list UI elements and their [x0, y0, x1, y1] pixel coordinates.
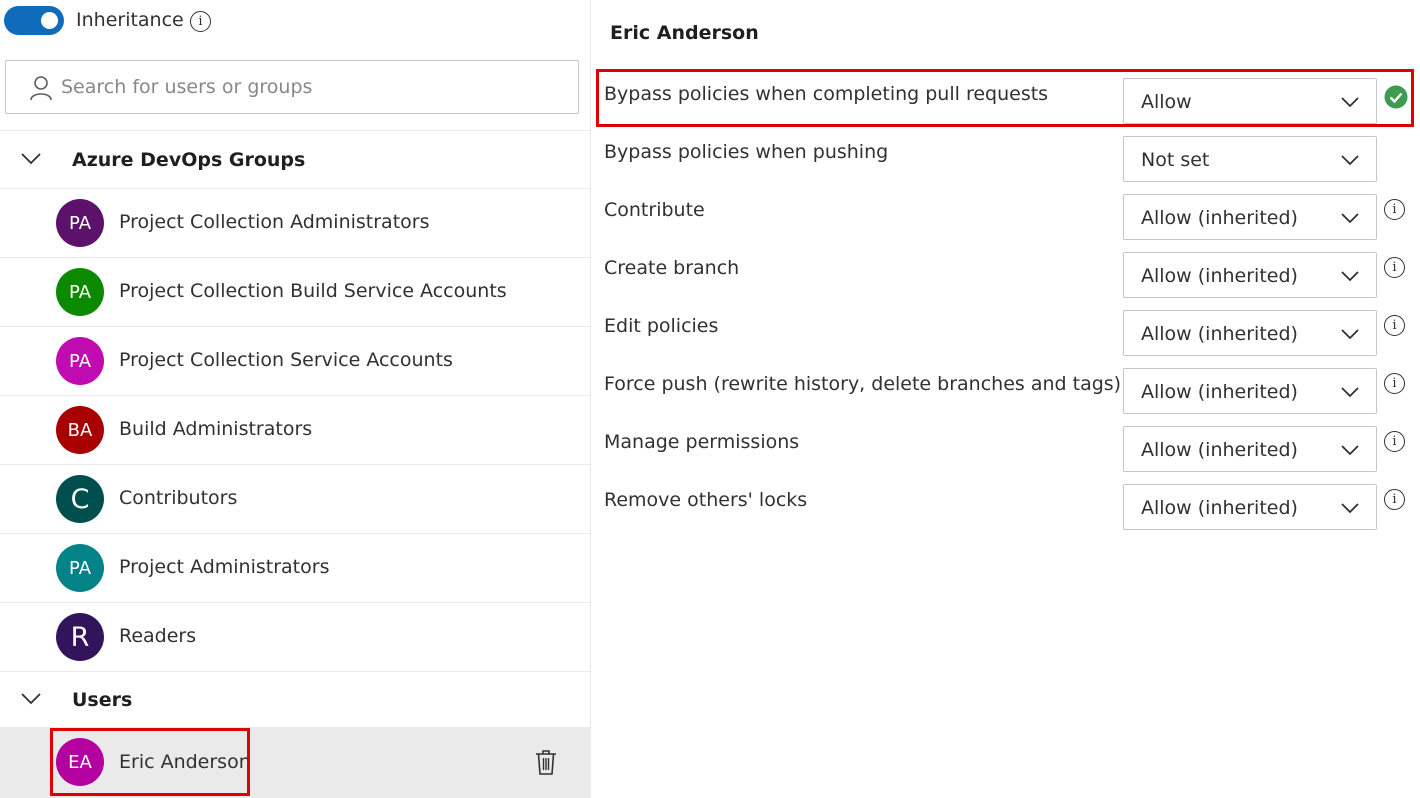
group-name: Project Administrators [119, 556, 330, 578]
permission-dropdown[interactable]: Not set [1123, 136, 1377, 182]
groups-section-header[interactable]: Azure DevOps Groups [0, 130, 591, 188]
avatar: PA [56, 544, 104, 592]
permission-row: Bypass policies when pushing Not set [596, 127, 1416, 185]
permission-dropdown[interactable]: Allow (inherited) [1123, 484, 1377, 530]
permission-row: Remove others' locks Allow (inherited) i [596, 475, 1416, 533]
permission-label: Bypass policies when pushing [604, 141, 889, 163]
person-search-icon [30, 76, 52, 101]
group-row[interactable]: PA Project Collection Administrators [0, 188, 591, 257]
group-row[interactable]: PA Project Collection Build Service Acco… [0, 257, 591, 326]
permission-row: Force push (rewrite history, delete bran… [596, 359, 1416, 417]
user-row-selected[interactable]: EA Eric Anderson [0, 727, 591, 798]
permission-label: Remove others' locks [604, 489, 808, 511]
inheritance-toggle[interactable] [4, 6, 64, 35]
group-name: Project Collection Administrators [119, 211, 430, 233]
permission-dropdown[interactable]: Allow (inherited) [1123, 426, 1377, 472]
info-icon[interactable]: i [1384, 199, 1405, 220]
permission-row: Create branch Allow (inherited) i [596, 243, 1416, 301]
group-name: Project Collection Service Accounts [119, 349, 453, 371]
chevron-down-icon [1341, 213, 1359, 224]
permission-dropdown[interactable]: Allow (inherited) [1123, 310, 1377, 356]
group-row[interactable]: R Readers [0, 602, 591, 671]
permission-dropdown[interactable]: Allow (inherited) [1123, 368, 1377, 414]
group-name: Contributors [119, 487, 238, 509]
chevron-down-icon [1341, 271, 1359, 282]
permission-label: Bypass policies when completing pull req… [604, 83, 1049, 105]
selected-user-title: Eric Anderson [610, 22, 759, 44]
permission-dropdown[interactable]: Allow [1123, 78, 1377, 124]
search-input[interactable] [61, 71, 561, 103]
avatar: PA [56, 268, 104, 316]
users-section-title: Users [72, 689, 133, 711]
group-name: Readers [119, 625, 197, 647]
chevron-down-icon [1341, 329, 1359, 340]
inheritance-row: Inheritance i [0, 0, 591, 42]
permission-value: Allow (inherited) [1141, 207, 1298, 229]
inheritance-info-icon[interactable]: i [190, 11, 211, 32]
toggle-knob [41, 12, 58, 29]
info-icon[interactable]: i [1384, 489, 1405, 510]
chevron-down-icon [1341, 503, 1359, 514]
chevron-down-icon [1341, 445, 1359, 456]
group-row[interactable]: C Contributors [0, 464, 591, 533]
info-icon[interactable]: i [1384, 373, 1405, 394]
avatar: PA [56, 337, 104, 385]
search-box[interactable] [5, 60, 579, 114]
chevron-down-icon [1341, 387, 1359, 398]
chevron-down-icon [1341, 155, 1359, 166]
permission-value: Not set [1141, 149, 1210, 171]
users-section-header[interactable]: Users [0, 671, 591, 727]
permission-value: Allow (inherited) [1141, 381, 1298, 403]
info-icon[interactable]: i [1384, 257, 1405, 278]
permission-label: Edit policies [604, 315, 719, 337]
inheritance-label: Inheritance [76, 9, 184, 31]
group-row[interactable]: PA Project Administrators [0, 533, 591, 602]
permission-value: Allow (inherited) [1141, 497, 1298, 519]
permission-row: Contribute Allow (inherited) i [596, 185, 1416, 243]
selection-highlight [50, 728, 250, 796]
chevron-down-icon[interactable] [20, 152, 42, 166]
permission-row: Edit policies Allow (inherited) i [596, 301, 1416, 359]
identity-pane: Inheritance i Azure DevOps Groups PA Pro… [0, 0, 591, 798]
trash-icon[interactable] [535, 749, 557, 775]
permission-label: Force push (rewrite history, delete bran… [604, 373, 1122, 395]
groups-section-title: Azure DevOps Groups [72, 149, 306, 171]
avatar: PA [56, 199, 104, 247]
permission-row: Bypass policies when completing pull req… [596, 69, 1416, 127]
avatar: C [56, 475, 104, 523]
avatar: BA [56, 406, 104, 454]
permission-value: Allow (inherited) [1141, 265, 1298, 287]
group-name: Build Administrators [119, 418, 313, 440]
permission-value: Allow (inherited) [1141, 323, 1298, 345]
chevron-down-icon [1341, 97, 1359, 108]
permission-value: Allow [1141, 91, 1192, 113]
info-icon[interactable]: i [1384, 315, 1405, 336]
permission-row: Manage permissions Allow (inherited) i [596, 417, 1416, 475]
group-row[interactable]: PA Project Collection Service Accounts [0, 326, 591, 395]
permission-label: Contribute [604, 199, 705, 221]
check-icon [1384, 85, 1408, 109]
chevron-down-icon[interactable] [20, 692, 42, 706]
permission-label: Create branch [604, 257, 740, 279]
group-name: Project Collection Build Service Account… [119, 280, 507, 302]
permission-value: Allow (inherited) [1141, 439, 1298, 461]
avatar: R [56, 613, 104, 661]
group-row[interactable]: BA Build Administrators [0, 395, 591, 464]
permission-dropdown[interactable]: Allow (inherited) [1123, 252, 1377, 298]
info-icon[interactable]: i [1384, 431, 1405, 452]
permission-label: Manage permissions [604, 431, 800, 453]
permission-dropdown[interactable]: Allow (inherited) [1123, 194, 1377, 240]
